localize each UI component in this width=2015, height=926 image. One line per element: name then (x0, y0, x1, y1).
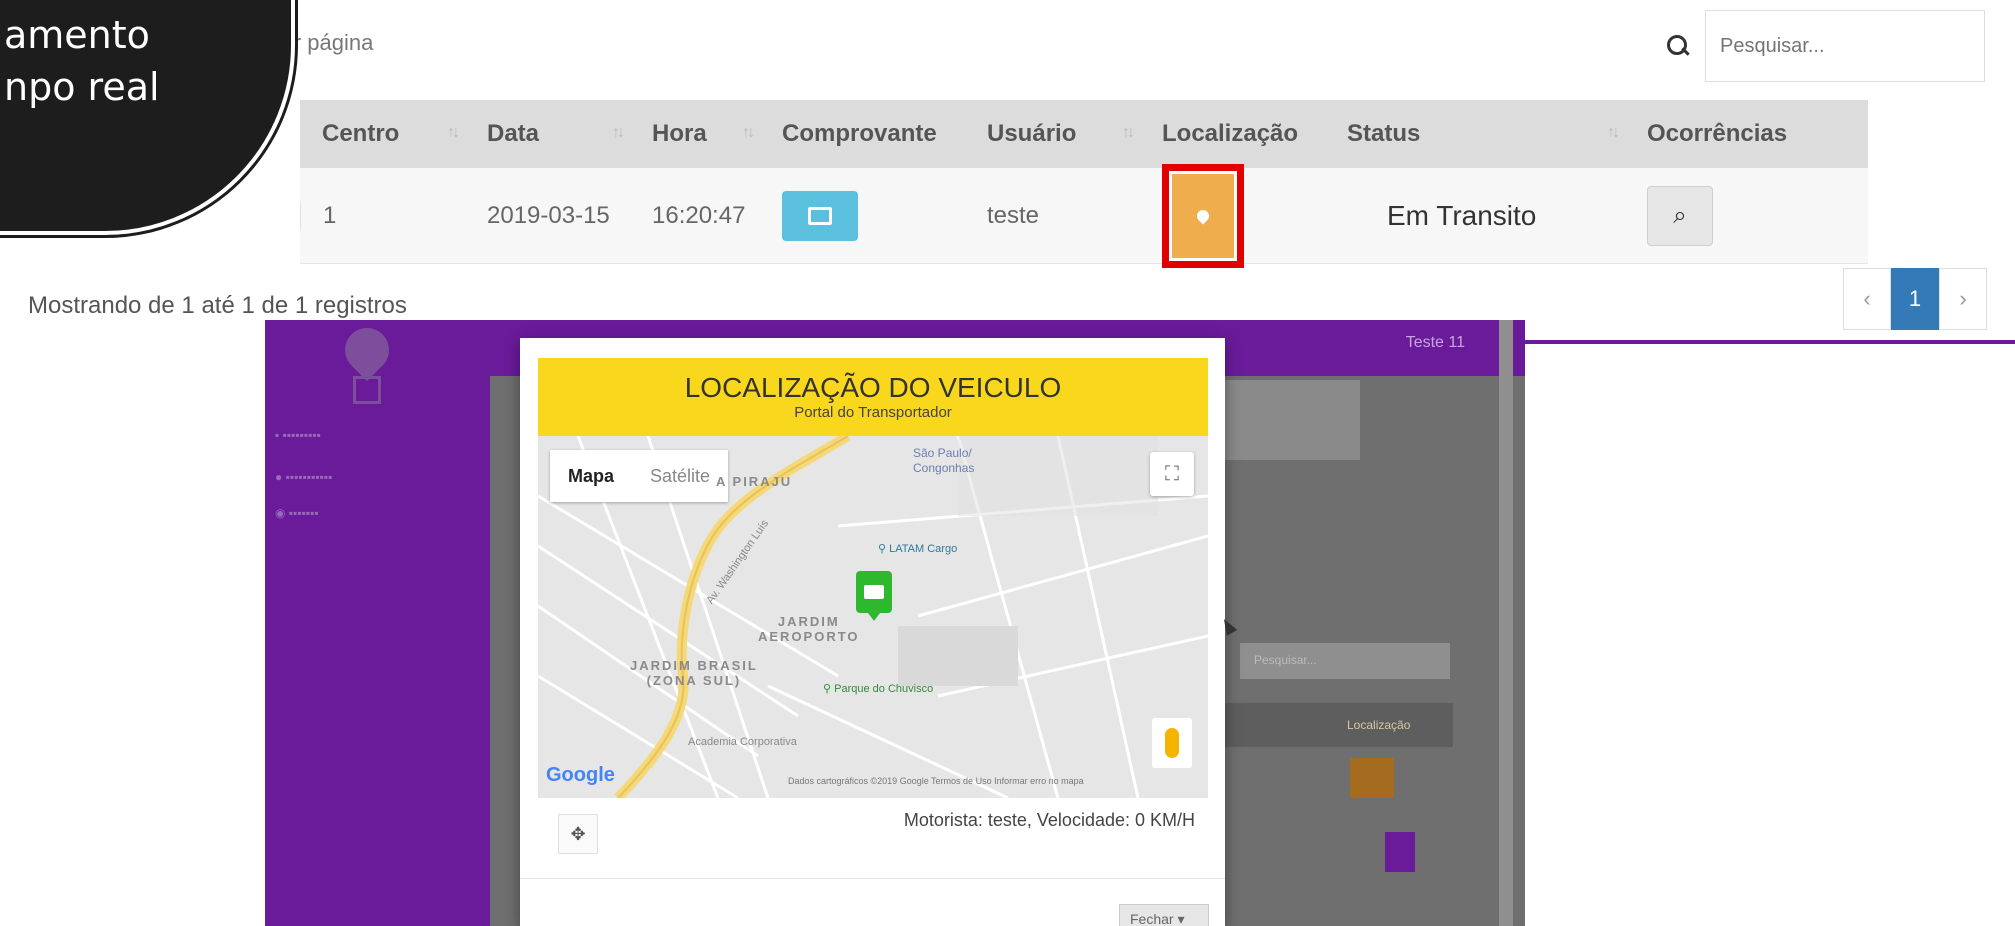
column-header-comprovante[interactable]: Comprovante (760, 120, 965, 148)
map-tab-satelite[interactable]: Satélite (632, 466, 728, 487)
sort-icon: ↑↓ (1607, 124, 1620, 141)
map-tab-mapa[interactable]: Mapa (550, 466, 632, 487)
modal-header: LOCALIZAÇÃO DO VEICULO Portal do Transpo… (538, 358, 1208, 436)
column-header-ocorrencias[interactable]: Ocorrências (1625, 120, 1868, 148)
map-label-piraju: A PIRAJU (716, 474, 793, 489)
embedded-search: Pesquisar... (1240, 643, 1450, 679)
embedded-sidebar-item: ● ▪▪▪▪▪▪▪▪▪▪▪ (275, 470, 333, 484)
pagination: ‹ 1 › (1843, 268, 1987, 330)
column-header-centro[interactable]: Centro ↑↓ (300, 120, 465, 148)
map-type-control: Mapa Satélite (550, 450, 729, 502)
pagination-next[interactable]: › (1939, 268, 1987, 330)
records-table: Centro ↑↓ Data ↑↓ Hora ↑↓ Comprovante Usuár… (300, 100, 1868, 268)
vehicle-location-modal: LOCALIZAÇÃO DO VEICULO Portal do Transpo… (520, 338, 1225, 926)
embedded-page-button (1385, 832, 1415, 872)
sort-icon: ↑↓ (742, 124, 755, 141)
column-header-data[interactable]: Data ↑↓ (465, 120, 630, 148)
column-header-status[interactable]: Status ↑↓ (1325, 120, 1625, 148)
embedded-scrollbar (1499, 320, 1513, 926)
sort-icon: ↑↓ (1122, 124, 1135, 141)
column-header-localizacao[interactable]: Localização (1140, 120, 1325, 148)
embedded-table-header-label: Localização (1347, 718, 1411, 732)
callout-line-2: npo real (4, 65, 160, 109)
divider (1510, 340, 2015, 344)
view-receipt-button[interactable] (782, 190, 858, 241)
map-poi-academia: Academia Corporativa (688, 736, 797, 748)
embedded-location-button (1350, 758, 1394, 798)
cell-hora: 16:20:47 (652, 201, 746, 229)
modal-subtitle: Portal do Transportador (794, 404, 952, 421)
highlight-box (1162, 163, 1244, 268)
map-attribution: Dados cartográficos ©2019 Google Termos … (788, 776, 1084, 786)
embedded-user-label: Teste 11 (1405, 334, 1465, 351)
sort-icon: ↑↓ (612, 124, 625, 141)
cell-localizacao (1140, 163, 1325, 268)
map-label-sao-paulo: São Paulo/ Congonhas (913, 446, 975, 475)
map-marker-icon (1194, 207, 1212, 224)
google-logo: Google (546, 764, 615, 786)
map-poi-latam: ⚲ LATAM Cargo (878, 543, 958, 555)
column-header-usuario[interactable]: Usuário ↑↓ (965, 120, 1140, 148)
records-info: Mostrando de 1 até 1 de 1 registros (28, 292, 407, 319)
callout-text: amento npo real (0, 9, 160, 113)
view-occurrences-button[interactable]: ⌕ (1647, 185, 1713, 246)
pagination-prev[interactable]: ‹ (1843, 268, 1891, 330)
fullscreen-icon[interactable]: ⛶ (1150, 452, 1194, 496)
logo-icon (335, 320, 399, 408)
close-button[interactable]: Fechar ▾ (1119, 904, 1209, 926)
cell-centro: 1 (300, 201, 465, 230)
embedded-table-header (1225, 703, 1453, 747)
table-header-row: Centro ↑↓ Data ↑↓ Hora ↑↓ Comprovante Usuár… (300, 100, 1868, 168)
modal-divider (520, 878, 1225, 879)
embedded-sidebar-item: ▪ ▪▪▪▪▪▪▪▪▪ (275, 428, 321, 442)
embedded-sidebar: ▪ ▪▪▪▪▪▪▪▪▪ ● ▪▪▪▪▪▪▪▪▪▪▪ ◉ ▪▪▪▪▪▪▪ (265, 320, 490, 926)
search-group (1665, 10, 1985, 82)
view-location-button[interactable] (1172, 173, 1234, 258)
pan-move-icon[interactable]: ✥ (558, 814, 598, 854)
table-row: 1 2019-03-15 16:20:47 teste Em Transito … (300, 163, 1868, 268)
map-label-jardim-aeroporto: JARDIM AEROPORTO (758, 614, 860, 644)
driver-info: Motorista: teste, Velocidade: 0 KM/H (903, 810, 1195, 830)
cell-status: Em Transito (1325, 200, 1625, 232)
map-label-jardim-brasil: JARDIM BRASIL (ZONA SUL) (630, 658, 758, 688)
search-icon: ⌕ (1673, 201, 1687, 229)
cell-data: 2019-03-15 (487, 201, 610, 229)
sort-icon: ↑↓ (447, 124, 460, 141)
column-header-hora[interactable]: Hora ↑↓ (630, 120, 760, 148)
embedded-sidebar-item: ◉ ▪▪▪▪▪▪▪ (275, 506, 319, 520)
cell-comprovante (760, 190, 965, 241)
search-icon (1665, 33, 1691, 59)
callout-line-1: amento (4, 13, 150, 57)
search-input[interactable] (1705, 10, 1985, 82)
callout-overlay: amento npo real (0, 0, 295, 235)
modal-title: LOCALIZAÇÃO DO VEICULO (684, 372, 1062, 403)
page-root: { "controls": { "per_page_text": "os por… (0, 0, 2015, 926)
cell-ocorrencias: ⌕ (1625, 185, 1868, 246)
image-icon (808, 206, 832, 225)
pagination-page-1[interactable]: 1 (1891, 268, 1939, 330)
map-poi-parque: ⚲ Parque do Chuvisco (823, 683, 934, 695)
status-text: Em Transito (1387, 199, 1537, 231)
cell-usuario: teste (987, 201, 1040, 229)
map[interactable]: Mapa Satélite ⛶ A PIRAJU São Paulo/ Cong… (538, 436, 1208, 798)
street-view-pegman-icon[interactable] (1152, 718, 1192, 768)
vehicle-marker-icon[interactable] (856, 571, 892, 621)
